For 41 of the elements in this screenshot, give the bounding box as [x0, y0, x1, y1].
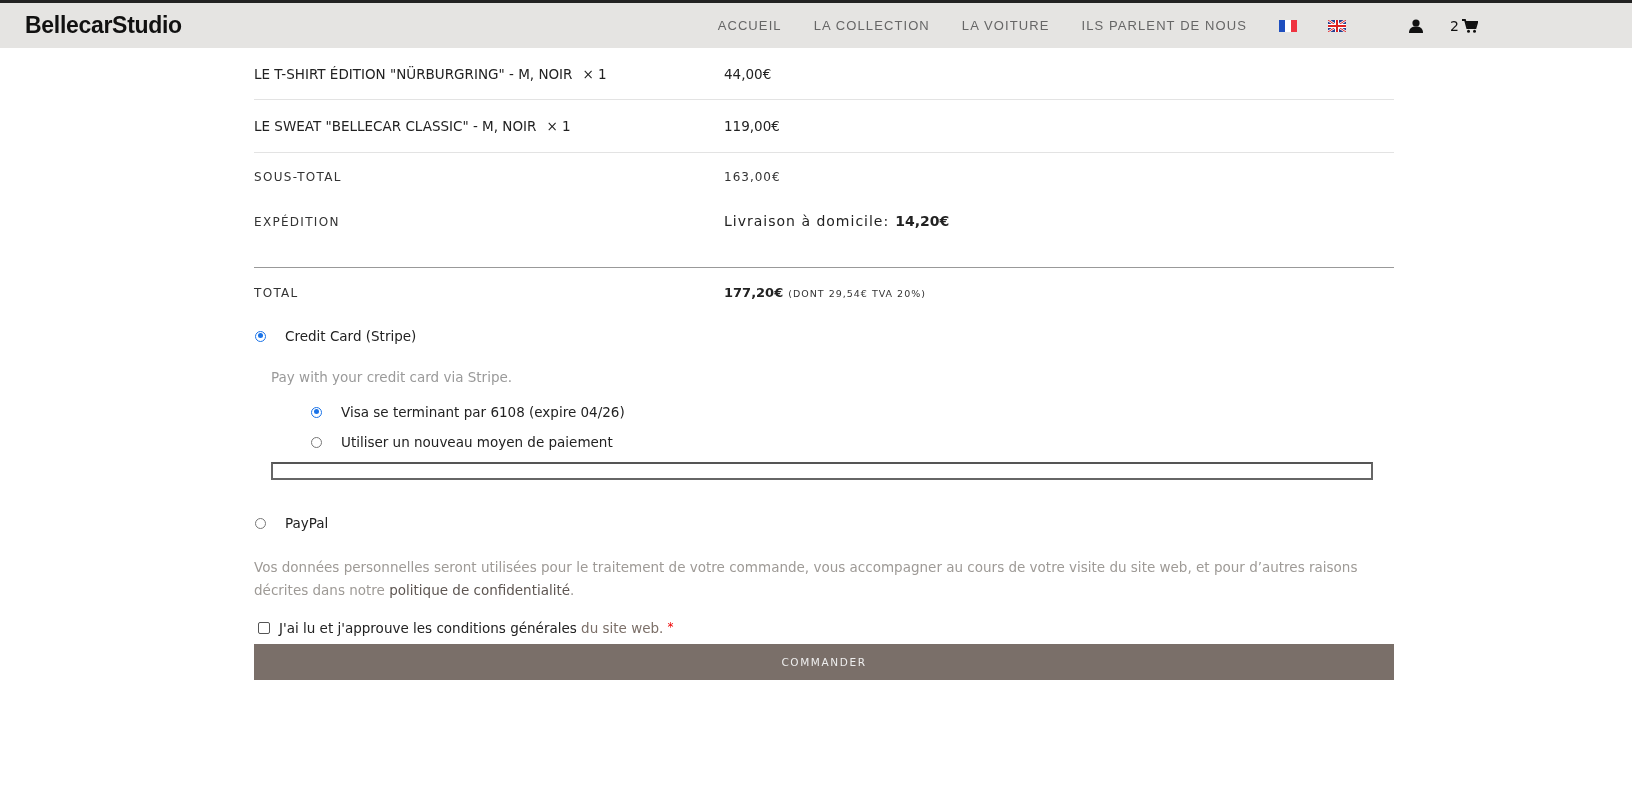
terms-label: J'ai lu et j'approuve les conditions générales du site web. — [279, 620, 664, 636]
privacy-notice: Vos données personnelles seront utilisées pour le traitement de votre commande, vous accompagner au cours de votre visite du site web, et pour d’autres raisons décrites dans notre politique de confidentialité. — [254, 558, 1359, 600]
payment-description: Pay with your credit card via Stripe. — [271, 369, 514, 385]
product-quantity: × 1 — [546, 118, 571, 134]
shipping-method: Livraison à domicile: — [724, 213, 890, 229]
flag-icon[interactable] — [1279, 19, 1298, 32]
radio-button[interactable] — [311, 436, 322, 448]
terms-checkbox[interactable] — [258, 622, 270, 634]
saved-card-label: Utiliser un nouveau moyen de paiement — [341, 434, 613, 450]
card-input-field[interactable] — [271, 462, 1373, 480]
payment-method-label: PayPal — [285, 515, 329, 531]
shipping-cost: 14,20€ — [895, 213, 950, 229]
product-name: LE T-SHIRT ÉDITION "NÜRBURGRING" - M, NOIR — [254, 65, 573, 82]
required-mark: * — [667, 620, 674, 634]
privacy-policy-link[interactable]: politique de confidentialité — [389, 582, 571, 598]
radio-button[interactable] — [311, 406, 322, 418]
total-value: 177,20€ — [724, 285, 784, 300]
nav-link[interactable]: ILS PARLENT DE NOUS — [1081, 18, 1248, 33]
summary-label: EXPÉDITION — [254, 215, 340, 229]
product-quantity: × 1 — [582, 65, 607, 82]
flag-icon[interactable] — [1328, 19, 1347, 32]
site-logo[interactable]: BellecarStudio — [25, 12, 182, 39]
terms-link[interactable]: du site web. — [581, 620, 664, 636]
product-price: 44,00€ — [724, 65, 772, 82]
saved-card-label: Visa se terminant par 6108 (expire 04/26) — [341, 404, 625, 420]
summary-label: SOUS-TOTAL — [254, 170, 342, 184]
nav-link[interactable]: LA COLLECTION — [813, 18, 930, 33]
radio-button[interactable] — [255, 517, 266, 529]
user-icon[interactable] — [1409, 18, 1424, 33]
cart-icon[interactable] — [1462, 18, 1478, 33]
place-order-button[interactable]: COMMANDER — [254, 644, 1394, 680]
summary-label: TOTAL — [254, 286, 299, 300]
radio-button[interactable] — [255, 330, 266, 342]
nav-link[interactable]: ACCUEIL — [717, 18, 782, 33]
product-price: 119,00€ — [724, 118, 780, 134]
nav-link[interactable]: LA VOITURE — [961, 18, 1050, 33]
payment-method-label: Credit Card (Stripe) — [285, 328, 417, 344]
tax-note: (DONT 29,54€ TVA 20%) — [788, 288, 926, 299]
subtotal-value: 163,00€ — [724, 170, 781, 184]
cart-count: 2 — [1450, 17, 1459, 34]
product-name: LE SWEAT "BELLECAR CLASSIC" - M, NOIR — [254, 118, 537, 134]
